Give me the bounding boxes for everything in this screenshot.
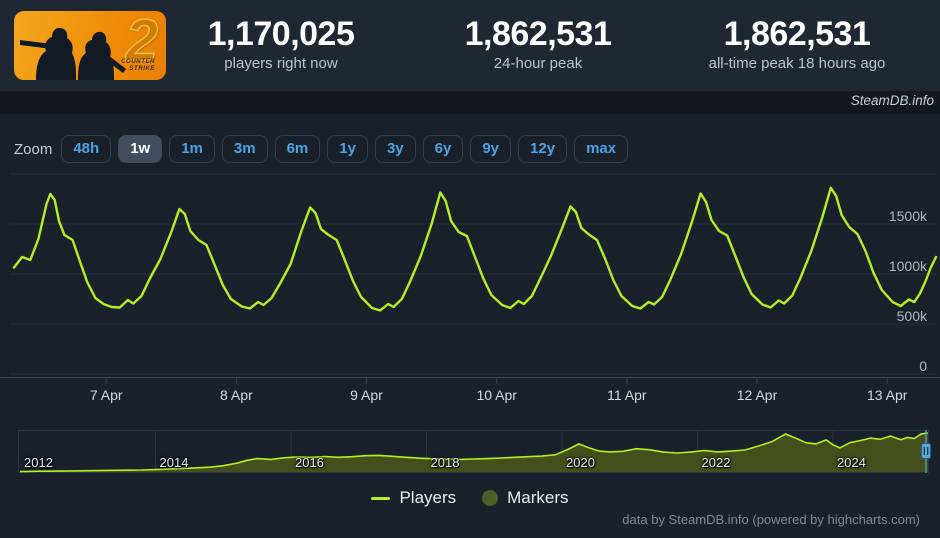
markers-circle-swatch xyxy=(482,490,499,506)
navigator-handle[interactable] xyxy=(921,443,931,459)
y-axis-label-0: 0 xyxy=(919,358,927,374)
header: 2 COUNTER STRIKE 1,170,025 players right… xyxy=(0,0,940,91)
brand-bar: SteamDB.info xyxy=(0,91,940,114)
y-axis-label-1500k: 1500k xyxy=(888,208,927,224)
stat-alltime-peak-value: 1,862,531 xyxy=(723,15,871,53)
zoom-button-6m[interactable]: 6m xyxy=(274,135,321,163)
legend-item-players[interactable]: Players xyxy=(371,488,456,508)
stat-alltime-peak: 1,862,531 all-time peak 18 hours ago xyxy=(637,16,940,72)
navigator-year-label-2024: 2024 xyxy=(837,455,866,470)
credit-text: data by SteamDB.info (powered by highcha… xyxy=(622,512,920,527)
navigator-area xyxy=(20,433,928,472)
x-axis-label: 12 Apr xyxy=(736,387,778,403)
y-axis-label-500k: 500k xyxy=(896,308,927,324)
range-navigator[interactable] xyxy=(0,428,940,475)
players-week-chart[interactable] xyxy=(0,170,940,385)
zoom-button-1m[interactable]: 1m xyxy=(169,135,215,163)
zoom-button-3y[interactable]: 3y xyxy=(374,135,416,163)
x-axis-label: 10 Apr xyxy=(476,387,517,403)
x-axis-label: 9 Apr xyxy=(350,387,383,403)
zoom-button-1y[interactable]: 1y xyxy=(327,135,368,163)
navigator-year-label-2018: 2018 xyxy=(430,455,460,470)
legend-item-markers[interactable]: Markers xyxy=(482,488,569,508)
navigator-year-label-2012: 2012 xyxy=(24,455,53,470)
zoom-label: Zoom xyxy=(14,140,53,158)
navigator-year-label-2016: 2016 xyxy=(295,455,324,470)
steamdb-link[interactable]: SteamDB.info xyxy=(851,93,934,108)
zoom-button-12y[interactable]: 12y xyxy=(518,135,568,163)
zoom-button-48h[interactable]: 48h xyxy=(61,135,112,163)
zoom-button-9y[interactable]: 9y xyxy=(470,135,512,163)
zoom-button-max[interactable]: max xyxy=(574,135,629,163)
zoom-button-group: 48h 1w 1m 3m 6m 1y 3y 6y 9y 12y max xyxy=(61,135,635,163)
zoom-button-6y[interactable]: 6y xyxy=(422,135,464,163)
x-axis-label: 7 Apr xyxy=(89,387,123,403)
zoom-toolbar: Zoom 48h 1w 1m 3m 6m 1y 3y 6y 9y 12y max xyxy=(14,135,635,163)
stat-alltime-peak-label: all-time peak 18 hours ago xyxy=(708,55,886,72)
players-series-line xyxy=(12,186,938,312)
players-line-swatch xyxy=(371,496,391,500)
x-axis-label: 11 Apr xyxy=(607,387,647,403)
x-axis-label: 13 Apr xyxy=(866,387,908,403)
navigator-year-label-2022: 2022 xyxy=(701,455,731,470)
steamdb-chart-page: 2 COUNTER STRIKE 1,170,025 players right… xyxy=(0,0,940,538)
navigator-year-label-2014: 2014 xyxy=(159,455,189,470)
zoom-button-3m[interactable]: 3m xyxy=(221,135,268,163)
navigator-year-label-2020: 2020 xyxy=(566,455,595,470)
y-axis-label-1000k: 1000k xyxy=(888,258,927,274)
chart-legend: Players Markers xyxy=(0,488,940,508)
x-axis-label: 8 Apr xyxy=(220,387,253,403)
zoom-button-1w[interactable]: 1w xyxy=(118,135,163,163)
